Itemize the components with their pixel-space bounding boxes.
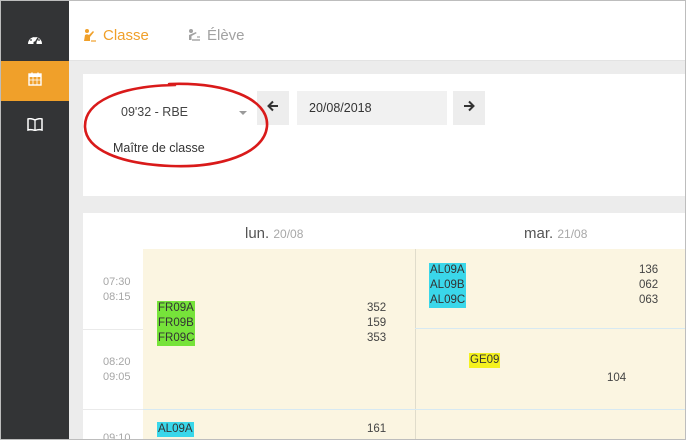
group-tag: FR09A (157, 301, 195, 316)
arrow-left-icon (267, 99, 279, 117)
arrow-right-icon (463, 99, 475, 117)
room-list: 352 159 353 (367, 302, 387, 344)
tab-eleve-label: Élève (207, 26, 245, 44)
class-select[interactable]: 09'32 - RBE (103, 97, 253, 127)
day-date: 21/08 (557, 227, 588, 241)
sidebar-item-book[interactable] (1, 107, 69, 147)
book-icon (27, 117, 43, 136)
calendar-icon (28, 72, 42, 91)
day-date: 20/08 (273, 227, 304, 241)
group-tag: AL09C (429, 293, 467, 308)
slot-divider (83, 329, 143, 330)
group-tag: AL09A (429, 263, 466, 278)
slot-divider (83, 409, 143, 410)
room-list: 104 (607, 372, 627, 384)
day-name: mar. (524, 225, 554, 242)
class-select-sublabel: Maître de classe (113, 141, 205, 155)
timetable: lun. 20/08 mar. 21/08 07:30 08:15 08:20 (83, 213, 685, 440)
tab-eleve[interactable]: Élève (187, 23, 245, 47)
lesson-divider (415, 409, 685, 410)
main-content: 09'32 - RBE Maître de classe 20/08/2018 (69, 61, 685, 440)
day-header-mar: mar. 21/08 (524, 225, 587, 242)
teacher-icon (83, 28, 97, 42)
top-tab-bar: Classe Élève (69, 1, 685, 61)
lesson-block[interactable]: AL09A AL09B AL09C (429, 263, 467, 308)
group-tag: FR09B (157, 316, 195, 331)
slot-time: 07:30 08:15 (103, 276, 131, 303)
next-date-button[interactable] (453, 91, 485, 125)
lesson-block[interactable]: AL09A (157, 422, 194, 437)
lesson-block[interactable]: GE09 (469, 353, 501, 368)
day-name: lun. (245, 225, 270, 242)
lesson-divider (143, 409, 415, 410)
sidebar (1, 1, 69, 439)
sidebar-item-calendar[interactable] (1, 61, 69, 101)
group-tag: AL09A (157, 422, 194, 437)
previous-date-button[interactable] (257, 91, 289, 125)
slot-time: 08:20 09:05 (103, 356, 131, 383)
lesson-block[interactable]: FR09A FR09B FR09C (157, 301, 196, 346)
tab-classe[interactable]: Classe (83, 23, 149, 47)
class-select-value: 09'32 - RBE (121, 105, 189, 119)
column-divider (415, 249, 416, 439)
room-list: 136 062 063 (639, 264, 659, 306)
toolbar-card: 09'32 - RBE Maître de classe 20/08/2018 (83, 74, 685, 196)
sidebar-item-dashboard[interactable] (1, 21, 69, 61)
room-list: 161 (367, 423, 387, 435)
slot-time: 09:10 (103, 432, 131, 440)
student-icon (187, 28, 201, 42)
group-tag: GE09 (469, 353, 501, 368)
dashboard-icon (27, 32, 43, 51)
app-window: Classe Élève 09'32 - RBE Maître de class… (0, 0, 686, 440)
day-header-lun: lun. 20/08 (245, 225, 303, 242)
group-tag: FR09C (157, 331, 196, 346)
group-tag: AL09B (429, 278, 466, 293)
lesson-divider (415, 328, 685, 329)
chevron-down-icon (239, 111, 247, 115)
tab-classe-label: Classe (103, 26, 149, 44)
date-value: 20/08/2018 (309, 101, 372, 115)
date-field[interactable]: 20/08/2018 (297, 91, 447, 125)
